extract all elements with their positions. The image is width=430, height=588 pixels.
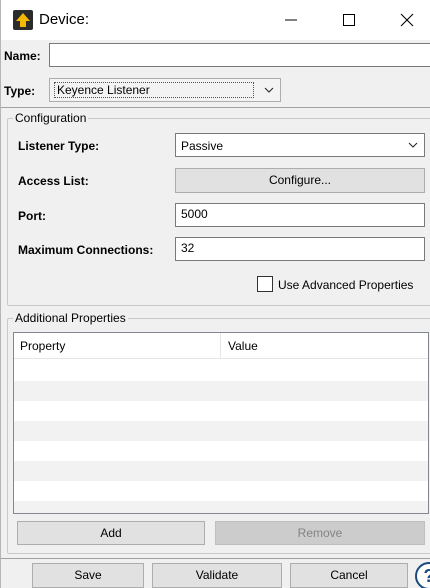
help-icon[interactable]: ? xyxy=(415,562,430,588)
listener-type-value: Passive xyxy=(181,139,224,153)
column-divider[interactable] xyxy=(220,333,221,359)
configuration-group-title: Configuration xyxy=(13,111,89,125)
save-button[interactable]: Save xyxy=(32,563,144,588)
cancel-button[interactable]: Cancel xyxy=(290,563,408,588)
column-header-value[interactable]: Value xyxy=(222,333,258,359)
table-row xyxy=(14,441,428,461)
table-row xyxy=(14,361,428,381)
maximize-icon xyxy=(343,14,355,26)
chevron-down-icon xyxy=(264,87,274,93)
window-title: Device: xyxy=(39,11,90,28)
name-label: Name: xyxy=(4,49,41,63)
table-row xyxy=(14,501,428,513)
type-select[interactable]: Keyence Listener xyxy=(49,78,281,102)
minimize-icon xyxy=(285,19,297,21)
title-bar[interactable]: Device: xyxy=(1,0,430,40)
access-list-label: Access List: xyxy=(18,174,89,188)
table-row xyxy=(14,421,428,441)
device-dialog: Device: Name: Type: Keyence Listener Con… xyxy=(0,0,430,588)
listener-type-select[interactable]: Passive xyxy=(175,133,425,157)
additional-properties-group-title: Additional Properties xyxy=(13,311,128,325)
table-row xyxy=(14,481,428,501)
name-input[interactable] xyxy=(49,43,430,67)
properties-table-header: Property Value xyxy=(14,333,428,359)
port-input[interactable]: 5000 xyxy=(175,203,425,227)
column-header-property[interactable]: Property xyxy=(14,333,65,359)
max-connections-input[interactable]: 32 xyxy=(175,237,425,261)
type-select-value: Keyence Listener xyxy=(54,82,254,98)
table-row xyxy=(14,461,428,481)
chevron-down-icon xyxy=(408,142,418,148)
validate-button[interactable]: Validate xyxy=(152,563,282,588)
type-label: Type: xyxy=(4,84,36,98)
port-label: Port: xyxy=(18,209,46,223)
footer-separator xyxy=(1,558,430,559)
use-advanced-properties-label[interactable]: Use Advanced Properties xyxy=(278,278,413,292)
app-upload-icon xyxy=(13,10,33,30)
use-advanced-properties-checkbox[interactable] xyxy=(257,276,273,292)
table-row xyxy=(14,381,428,401)
max-connections-label: Maximum Connections: xyxy=(18,243,154,257)
minimize-button[interactable] xyxy=(263,0,321,40)
listener-type-label: Listener Type: xyxy=(18,139,100,153)
header-separator xyxy=(1,107,430,108)
remove-property-button[interactable]: Remove xyxy=(215,521,425,545)
maximize-button[interactable] xyxy=(321,0,379,40)
close-button[interactable] xyxy=(379,0,430,40)
add-property-button[interactable]: Add xyxy=(17,521,205,545)
table-row xyxy=(14,401,428,421)
close-icon xyxy=(400,13,414,27)
properties-table[interactable]: Property Value xyxy=(13,332,429,514)
configure-button[interactable]: Configure... xyxy=(175,168,425,193)
